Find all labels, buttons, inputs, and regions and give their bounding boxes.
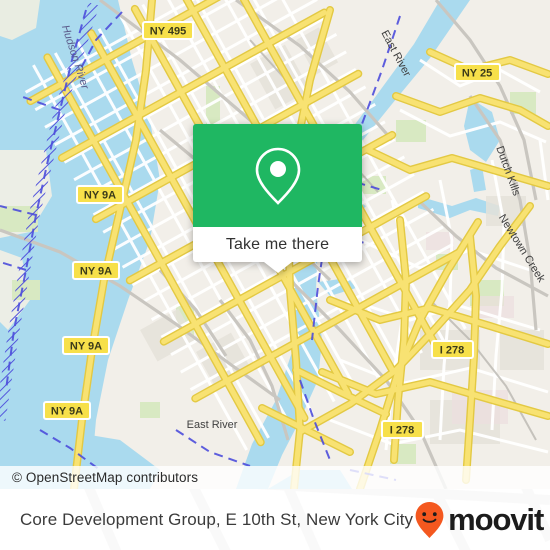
svg-text:I 278: I 278: [440, 345, 464, 357]
map-pin-icon: [255, 147, 300, 205]
highway-shield: NY 9A: [43, 401, 91, 420]
highway-shield: NY 495: [142, 21, 194, 40]
highway-shield: I 278: [431, 340, 474, 359]
moovit-map-screenshot: Hudson River East River East River Newto…: [0, 0, 550, 550]
osm-attribution-text: © OpenStreetMap contributors: [12, 470, 199, 485]
map-canvas[interactable]: Hudson River East River East River Newto…: [0, 0, 550, 489]
highway-shield: NY 25: [454, 63, 501, 82]
moovit-logo[interactable]: moovit: [413, 500, 544, 540]
svg-text:NY 9A: NY 9A: [84, 190, 116, 202]
location-popup-card[interactable]: Take me there: [193, 124, 362, 273]
svg-text:NY 9A: NY 9A: [80, 266, 112, 278]
svg-text:NY 9A: NY 9A: [70, 341, 102, 353]
moovit-wordmark: moovit: [448, 502, 544, 537]
water-label: East River: [187, 419, 238, 431]
svg-text:NY 495: NY 495: [150, 26, 187, 38]
footer-bar: Core Development Group, E 10th St, New Y…: [0, 489, 550, 550]
svg-text:NY 25: NY 25: [462, 68, 492, 80]
highway-shield: NY 9A: [62, 336, 110, 355]
popup-footer[interactable]: Take me there: [193, 227, 362, 262]
highway-shield: I 278: [381, 420, 424, 439]
map-attribution-bar: © OpenStreetMap contributors: [0, 466, 550, 489]
popup-header: [193, 124, 362, 227]
moovit-pin-icon: [415, 501, 444, 538]
highway-shield: NY 9A: [72, 261, 120, 280]
take-me-there-label: Take me there: [225, 235, 330, 253]
svg-text:NY 9A: NY 9A: [51, 406, 83, 418]
location-address-label: Core Development Group, E 10th St, New Y…: [20, 509, 414, 529]
highway-shield: NY 9A: [76, 185, 124, 204]
svg-text:I 278: I 278: [390, 425, 414, 437]
popup-tail: [263, 262, 292, 273]
